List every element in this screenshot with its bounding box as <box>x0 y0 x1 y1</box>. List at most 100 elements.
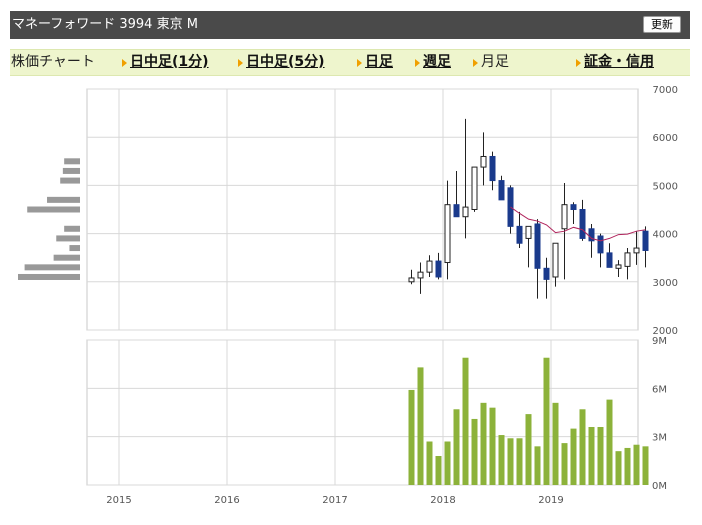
x-tick-label: 2019 <box>538 495 563 506</box>
volume-bar <box>597 427 604 485</box>
price-tick-label: 5000 <box>653 181 678 192</box>
volume-profile-bar <box>62 167 80 174</box>
candle-body <box>471 166 478 210</box>
candle-body <box>543 267 550 280</box>
candle-body <box>462 206 469 218</box>
candle-body <box>597 235 604 254</box>
candle-body <box>570 204 577 210</box>
candle-body <box>552 242 559 278</box>
arrow-right-icon <box>357 59 362 67</box>
volume-bar <box>615 451 622 485</box>
nav-item-monthly-current: 月足 <box>481 54 509 70</box>
volume-bar <box>579 409 586 485</box>
volume-bar <box>507 438 514 485</box>
volume-bar <box>642 446 649 485</box>
volume-profile-bar <box>69 245 80 252</box>
volume-bar <box>417 367 424 485</box>
candle-body <box>408 277 415 283</box>
price-axis: 200030004000500060007000 <box>653 85 678 337</box>
arrow-right-icon <box>238 59 243 67</box>
candle-body <box>633 247 640 254</box>
candle-body <box>417 271 424 279</box>
volume-profile-bar <box>64 225 80 232</box>
arrow-right-icon <box>473 59 478 67</box>
volume-profile-bar <box>27 206 80 213</box>
x-tick-label: 2016 <box>214 495 239 506</box>
volume-profile <box>18 158 80 280</box>
price-tick-label: 4000 <box>653 230 678 241</box>
price-tick-label: 6000 <box>653 133 678 144</box>
volume-profile-bar <box>24 264 80 271</box>
candle-body <box>525 225 532 239</box>
volume-profile-bar <box>47 196 80 203</box>
nav-label: 株価チャート <box>11 54 95 70</box>
volume-bar <box>633 444 640 485</box>
arrow-right-icon <box>122 59 127 67</box>
volume-bar <box>489 407 496 485</box>
volume-bar <box>435 456 442 485</box>
candle-body <box>615 264 622 269</box>
price-tick-label: 3000 <box>653 278 678 289</box>
candle-body <box>561 204 568 230</box>
price-panel-frame <box>86 88 639 331</box>
arrow-right-icon <box>576 59 581 67</box>
volume-bar <box>552 402 559 485</box>
volume-bar <box>408 389 415 485</box>
volume-bar <box>588 427 595 485</box>
volume-bar <box>606 399 613 485</box>
volume-bar <box>444 441 451 485</box>
volume-bar <box>516 438 523 485</box>
volume-bar <box>462 357 469 485</box>
arrow-right-icon <box>415 59 420 67</box>
volume-tick-label: 6M <box>652 384 667 395</box>
candle-body <box>624 252 631 267</box>
volume-profile-bar <box>18 273 80 280</box>
candle-body <box>606 252 613 268</box>
volume-bar <box>624 447 631 485</box>
volume-bar <box>471 418 478 485</box>
candle-body <box>579 209 586 239</box>
refresh-button[interactable]: 更新 <box>643 16 681 33</box>
page-title: マネーフォワード 3994 東京 M <box>12 17 198 32</box>
volume-bar <box>570 428 577 485</box>
volume-tick-label: 0M <box>652 481 667 492</box>
candle-body <box>480 155 487 168</box>
stock-chart: 200030004000500060007000 0M3M6M9M 2015 20… <box>18 85 678 506</box>
volume-tick-label: 3M <box>652 433 667 444</box>
price-tick-label: 7000 <box>653 85 678 96</box>
candle-body <box>453 204 460 218</box>
candle-body <box>444 204 451 264</box>
title-bar: マネーフォワード 3994 東京 M 更新 <box>10 11 690 39</box>
volume-profile-bar <box>53 254 80 261</box>
volume-bar <box>480 402 487 485</box>
volume-bar <box>534 446 541 485</box>
candle-body <box>498 180 505 201</box>
x-tick-label: 2018 <box>430 495 455 506</box>
volume-bar <box>525 414 532 485</box>
nav-link-weekly[interactable]: 週足 <box>423 54 451 71</box>
volume-profile-bar <box>64 158 80 165</box>
nav-link-intraday-1min[interactable]: 日中足(1分) <box>130 54 209 71</box>
nav-link-margin-credit[interactable]: 証金・信用 <box>584 54 654 71</box>
x-axis: 2015 2016 2017 2018 2019 <box>106 495 563 506</box>
volume-axis: 0M 3M 6M 9M <box>652 336 667 492</box>
nav-link-daily[interactable]: 日足 <box>365 54 393 71</box>
candle-body <box>426 260 433 273</box>
candle-body <box>534 223 541 269</box>
chart-nav-bar: 株価チャート 日中足(1分) 日中足(5分) 日足 週足 月足 証金・信用 <box>10 49 690 76</box>
volume-bar <box>498 435 505 485</box>
x-tick-label: 2015 <box>106 495 131 506</box>
candle-body <box>516 225 523 244</box>
volume-bar <box>543 357 550 485</box>
volume-bar <box>561 443 568 485</box>
volume-tick-label: 9M <box>652 336 667 347</box>
nav-link-intraday-5min[interactable]: 日中足(5分) <box>246 54 325 71</box>
volume-bar <box>453 409 460 485</box>
candle-body <box>435 260 442 278</box>
volume-profile-bar <box>60 177 80 184</box>
candle-body <box>489 155 496 182</box>
candle-body <box>642 230 649 251</box>
x-tick-label: 2017 <box>322 495 347 506</box>
volume-profile-bar <box>56 235 80 242</box>
volume-bar <box>426 441 433 485</box>
